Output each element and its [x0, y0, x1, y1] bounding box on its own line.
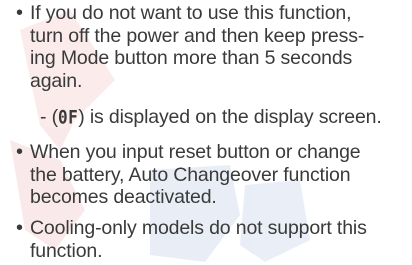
bullet-marker: • [16, 141, 24, 163]
manual-content: • If you do not want to use this functio… [0, 0, 412, 265]
display-note-suffix: ) is displayed on the display screen. [78, 106, 382, 128]
display-note: - (0F) is displayed on the display scree… [40, 106, 408, 129]
manual-page: • If you do not want to use this functio… [0, 0, 412, 265]
bullet-marker: • [16, 217, 24, 239]
bullet-item: • When you input reset button or change … [8, 141, 408, 211]
bullet-text: If you do not want to use this function,… [30, 2, 365, 92]
bullet-item: • If you do not want to use this functio… [8, 2, 408, 94]
bullet-item: • Cooling-only models do not support thi… [8, 217, 408, 263]
bullet-text: Cooling-only models do not support this … [30, 217, 367, 262]
bullet-marker: • [16, 2, 24, 24]
display-code: 0F [57, 106, 79, 129]
bullet-text: When you input reset button or change th… [30, 141, 361, 208]
display-note-prefix: - ( [40, 106, 58, 128]
